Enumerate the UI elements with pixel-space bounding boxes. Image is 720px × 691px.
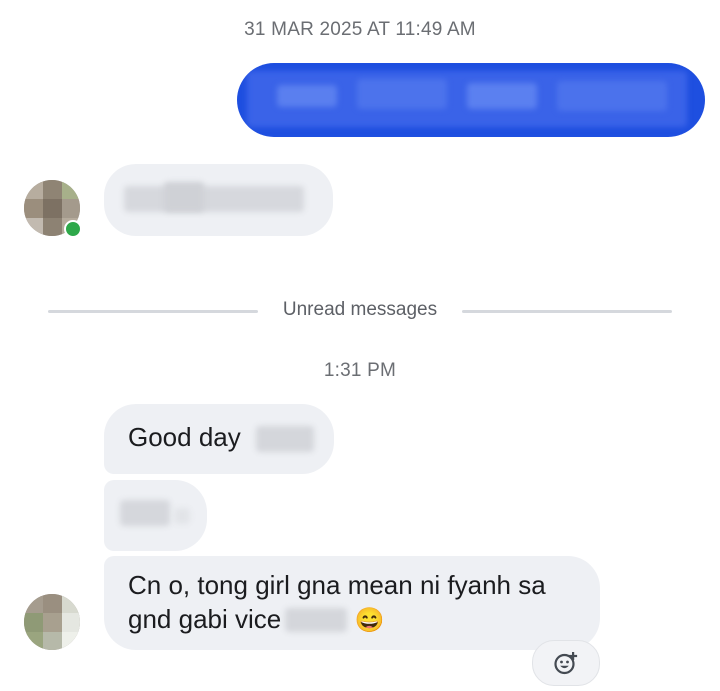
- incoming-message-bubble[interactable]: Cn o, tong girl gna mean ni fyanh sa gnd…: [104, 556, 600, 650]
- message-text: Good day: [128, 422, 241, 452]
- message-text-line-2: gnd gabi vice 😄: [128, 602, 384, 636]
- divider-line: [462, 310, 672, 313]
- add-reaction-icon: [554, 652, 578, 675]
- incoming-message-bubble[interactable]: [104, 480, 207, 551]
- outgoing-message-bubble[interactable]: [237, 63, 705, 137]
- incoming-message-bubble[interactable]: [104, 164, 333, 236]
- add-reaction-button[interactable]: [532, 640, 600, 686]
- contact-avatar[interactable]: [24, 594, 80, 650]
- incoming-message-bubble[interactable]: Good day: [104, 404, 334, 474]
- redacted-text: [285, 608, 348, 632]
- chat-thread[interactable]: 31 MAR 2025 AT 11:49 AM Unread messages …: [0, 0, 720, 691]
- time-header: 1:31 PM: [323, 360, 397, 381]
- date-header: 31 MAR 2025 AT 11:49 AM: [244, 19, 476, 40]
- message-text-fragment: gnd gabi vice: [128, 604, 282, 634]
- message-text-line-1: Cn o, tong girl gna mean ni fyanh sa: [128, 570, 546, 600]
- grinning-emoji-icon: 😄: [354, 607, 385, 635]
- online-status-dot: [64, 220, 82, 238]
